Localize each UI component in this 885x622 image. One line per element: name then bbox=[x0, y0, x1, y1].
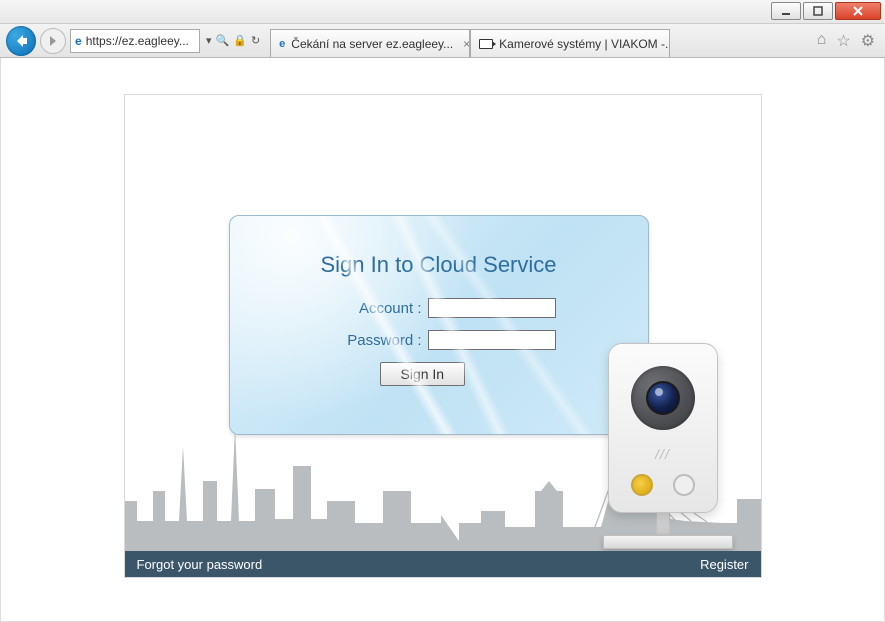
back-button[interactable] bbox=[6, 26, 36, 56]
register-link[interactable]: Register bbox=[700, 557, 748, 572]
camera-illustration: /// bbox=[603, 343, 723, 549]
dropdown-icon[interactable]: ▾ bbox=[206, 34, 212, 47]
window-titlebar bbox=[0, 0, 885, 24]
browser-toolbar: e https://ez.eagleey... ▾ 🔍 🔒 ↻ e Čekání… bbox=[0, 24, 885, 58]
login-panel: Sign In to Cloud Service Account : Passw… bbox=[229, 215, 649, 435]
ie-icon: e bbox=[75, 34, 82, 48]
tab-active[interactable]: e Čekání na server ez.eagleey... × bbox=[270, 29, 470, 57]
tab-label: Kamerové systémy | VIAKOM -... bbox=[499, 37, 670, 51]
address-controls: ▾ 🔍 🔒 ↻ bbox=[206, 34, 260, 47]
tab-secondary[interactable]: Kamerové systémy | VIAKOM -... bbox=[470, 29, 670, 57]
password-input[interactable] bbox=[428, 330, 556, 350]
tab-strip: e Čekání na server ez.eagleey... × Kamer… bbox=[270, 24, 670, 57]
window-minimize-button[interactable] bbox=[771, 2, 801, 20]
window-close-button[interactable] bbox=[835, 2, 881, 20]
search-icon[interactable]: 🔍 bbox=[216, 34, 230, 47]
password-label: Password : bbox=[322, 332, 422, 349]
refresh-icon[interactable]: ↻ bbox=[251, 34, 260, 47]
account-label: Account : bbox=[322, 300, 422, 317]
tab-close-icon[interactable]: × bbox=[463, 37, 470, 51]
lock-icon: 🔒 bbox=[233, 34, 247, 47]
favorites-icon[interactable]: ☆ bbox=[836, 31, 850, 51]
home-icon[interactable]: ⌂ bbox=[817, 31, 827, 51]
signin-button[interactable]: Sign In bbox=[380, 362, 466, 386]
browser-viewport: Sign In to Cloud Service Account : Passw… bbox=[0, 58, 885, 622]
tab-label: Čekání na server ez.eagleey... bbox=[291, 37, 453, 51]
page-footer: Forgot your password Register bbox=[125, 551, 761, 577]
forgot-password-link[interactable]: Forgot your password bbox=[137, 557, 263, 572]
account-input[interactable] bbox=[428, 298, 556, 318]
address-bar[interactable]: e https://ez.eagleey... bbox=[70, 29, 200, 53]
forward-button[interactable] bbox=[40, 28, 66, 54]
window-maximize-button[interactable] bbox=[803, 2, 833, 20]
login-title: Sign In to Cloud Service bbox=[270, 252, 608, 278]
camera-favicon-icon bbox=[479, 37, 493, 51]
address-url: https://ez.eagleey... bbox=[86, 34, 189, 48]
ie-favicon-icon: e bbox=[279, 37, 285, 51]
tools-icon[interactable]: ⚙ bbox=[861, 31, 875, 51]
login-page: Sign In to Cloud Service Account : Passw… bbox=[124, 94, 762, 578]
